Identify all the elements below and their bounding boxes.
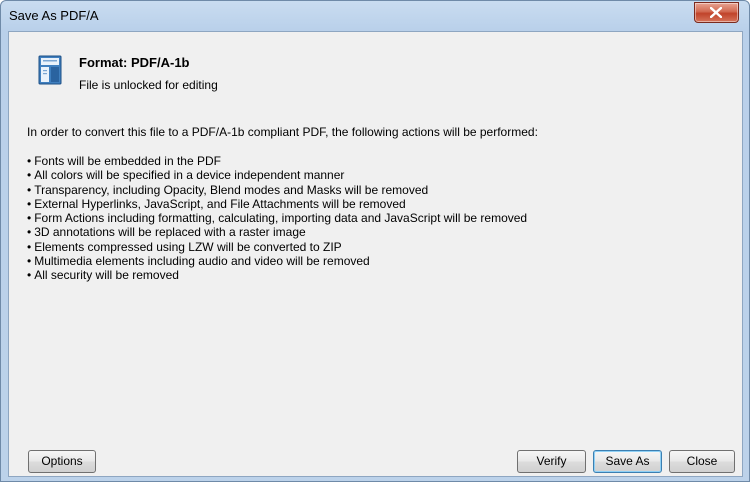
list-item: • Fonts will be embedded in the PDF (27, 154, 221, 168)
save-as-button[interactable]: Save As (593, 450, 662, 473)
conversion-actions-list: • Fonts will be embedded in the PDF • All … (27, 154, 527, 283)
pdf-document-icon (38, 55, 62, 85)
close-button[interactable]: Close (669, 450, 735, 473)
conversion-intro-text: In order to convert this file to a PDF/A… (27, 125, 538, 139)
verify-button[interactable]: Verify (517, 450, 586, 473)
list-item: • External Hyperlinks, JavaScript, and Fi… (27, 196, 406, 211)
list-item: • All security will be removed (27, 268, 179, 283)
lock-status-text: File is unlocked for editing (79, 78, 218, 92)
format-label: Format: PDF/A-1b (79, 55, 190, 70)
list-item: • 3D annotations will be replaced with a … (27, 225, 306, 240)
close-icon (710, 7, 722, 18)
list-item: • Elements compressed using LZW will be c… (27, 239, 342, 254)
list-item: • Transparency, including Opacity, Blend … (27, 182, 429, 197)
window-close-button[interactable] (694, 2, 739, 23)
title-bar[interactable]: Save As PDF/A (1, 1, 749, 31)
list-item: • All colors will be specified in a devic… (27, 168, 345, 183)
dialog-content: Format: PDF/A-1b File is unlocked for ed… (8, 31, 743, 477)
window-title: Save As PDF/A (9, 8, 99, 23)
list-item: • Multimedia elements including audio and… (27, 254, 370, 269)
list-item: • Form Actions including formatting, calc… (27, 211, 528, 226)
options-button[interactable]: Options (28, 450, 96, 473)
save-as-pdfa-dialog: Save As PDF/A Format: PDF/A-1b File is u… (0, 0, 750, 482)
